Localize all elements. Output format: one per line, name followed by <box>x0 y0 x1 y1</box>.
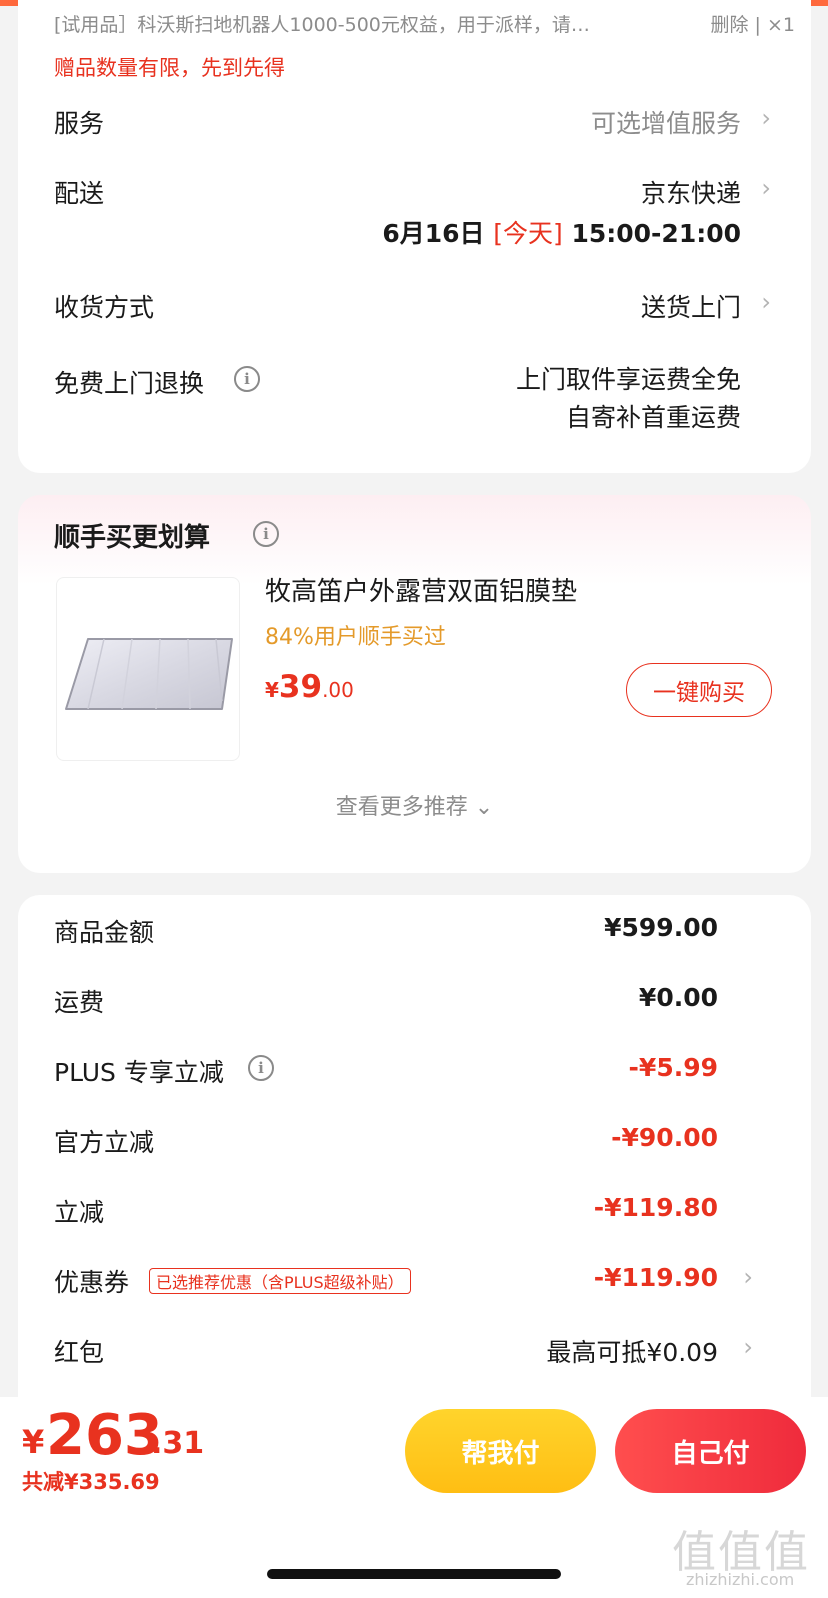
red-packet-chevron-right-icon[interactable]: › <box>743 1333 753 1361</box>
gift-notice: 赠品数量有限，先到先得 <box>54 56 285 80</box>
coupon-tag[interactable]: 已选推荐优惠（含PLUS超级补贴） <box>149 1268 411 1294</box>
plus-discount-value: -¥5.99 <box>628 1053 718 1082</box>
more-recommendations-link[interactable]: 查看更多推荐 ⌄ <box>18 789 811 821</box>
shipping-label: 运费 <box>54 988 105 1017</box>
service-value[interactable]: 可选增值服务 <box>591 104 741 140</box>
delivery-time: 15:00-21:00 <box>571 219 741 248</box>
return-line-2: 自寄补首重运费 <box>565 403 741 432</box>
return-line-1: 上门取件享运费全免 <box>515 365 741 394</box>
official-discount-label: 官方立减 <box>54 1128 155 1157</box>
product-image[interactable] <box>56 577 240 761</box>
addon-price: ¥39.00 <box>265 669 354 705</box>
price-decimal: .00 <box>322 678 354 702</box>
free-return-label: 免费上门退换 <box>54 369 205 398</box>
instant-discount-value: -¥119.80 <box>593 1193 718 1222</box>
receive-method-value[interactable]: 送货上门 <box>641 288 741 324</box>
goods-amount-label: 商品金额 <box>54 918 155 947</box>
goods-amount-value: ¥599.00 <box>604 913 718 942</box>
pay-myself-button[interactable]: 自己付 <box>615 1409 806 1493</box>
gift-delete-link[interactable]: 删除 | ×1 <box>711 10 796 37</box>
addon-product-name[interactable]: 牧高笛户外露营双面铝膜垫 <box>265 571 577 608</box>
instant-discount-label: 立减 <box>54 1198 105 1227</box>
addon-card: 顺手买更划算 i 牧高笛户外露营双面铝膜垫 84%用户顺手买过 ¥39.00 一… <box>18 495 811 873</box>
addon-title: 顺手买更划算 <box>54 523 211 553</box>
delivery-carrier[interactable]: 京东快递 <box>641 174 741 210</box>
picnic-mat-image <box>65 638 233 710</box>
home-indicator[interactable] <box>267 1569 561 1579</box>
gift-description[interactable]: [试用品］科沃斯扫地机器人1000-500元权益，用于派样，请… <box>54 10 754 37</box>
delivery-chevron-right-icon[interactable]: › <box>761 174 771 202</box>
info-circle-icon[interactable]: i <box>234 366 260 392</box>
delivery-today-tag: [今天] <box>493 219 563 248</box>
shipping-value: ¥0.00 <box>638 983 718 1012</box>
coupon-value[interactable]: -¥119.90 <box>594 1263 718 1292</box>
plus-discount-label: PLUS 专享立减 <box>54 1058 224 1087</box>
total-integer: 263 <box>46 1403 163 1468</box>
total-currency: ¥ <box>22 1423 45 1461</box>
help-me-pay-button[interactable]: 帮我付 <box>405 1409 596 1493</box>
one-click-buy-button[interactable]: 一键购买 <box>626 663 772 717</box>
coupon-chevron-right-icon[interactable]: › <box>743 1263 753 1291</box>
service-chevron-right-icon[interactable]: › <box>761 104 771 132</box>
delivery-date: 6月16日 <box>382 219 485 248</box>
delivery-label: 配送 <box>54 179 105 208</box>
red-packet-value[interactable]: 最高可抵¥0.09 <box>546 1333 718 1369</box>
delivery-slot[interactable]: 6月16日 [今天] 15:00-21:00 <box>382 214 741 250</box>
delivery-card: [试用品］科沃斯扫地机器人1000-500元权益，用于派样，请… 删除 | ×1… <box>18 0 811 473</box>
addon-buyers-note: 84%用户顺手买过 <box>265 625 446 650</box>
total-saved: 共减¥335.69 <box>22 1470 160 1494</box>
info-circle-icon[interactable]: i <box>248 1055 274 1081</box>
red-packet-label: 红包 <box>54 1338 105 1367</box>
price-integer: 39 <box>278 669 323 705</box>
receive-method-label: 收货方式 <box>54 293 155 322</box>
info-circle-icon[interactable]: i <box>253 521 279 547</box>
receive-chevron-right-icon[interactable]: › <box>761 288 771 316</box>
official-discount-value: -¥90.00 <box>611 1123 718 1152</box>
checkout-bar: ¥ 263 .31 共减¥335.69 帮我付 自己付 值值值 zhizhizh… <box>0 1397 828 1598</box>
service-label: 服务 <box>54 109 105 138</box>
price-summary-card: 商品金额 ¥599.00 运费 ¥0.00 PLUS 专享立减 i -¥5.99… <box>18 895 811 1455</box>
price-currency: ¥ <box>265 678 279 702</box>
coupon-label: 优惠券 <box>54 1268 130 1297</box>
total-decimal: .31 <box>151 1426 205 1461</box>
watermark-site: zhizhizhi.com <box>686 1570 795 1589</box>
